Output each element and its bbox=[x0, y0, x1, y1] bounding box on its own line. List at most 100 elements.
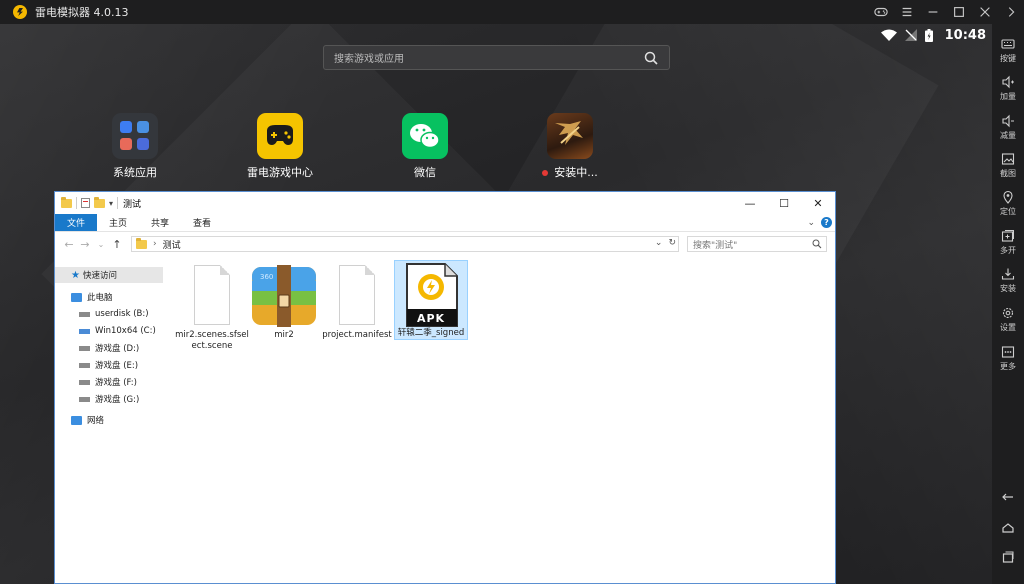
refresh-icon[interactable]: ↻ bbox=[668, 238, 676, 248]
maximize-icon[interactable] bbox=[946, 0, 972, 24]
app-search-box[interactable]: 搜索游戏或应用 bbox=[323, 45, 670, 70]
nav-drive-e[interactable]: 游戏盘 (E:) bbox=[55, 357, 163, 373]
apk-badge: APK bbox=[416, 312, 446, 325]
folder-icon bbox=[136, 237, 147, 249]
nav-label: 网络 bbox=[87, 416, 105, 426]
expand-ribbon-icon[interactable]: ⌄ bbox=[807, 218, 815, 228]
network-icon bbox=[71, 415, 82, 425]
app-label: 微信 bbox=[414, 166, 436, 179]
explorer-minimize-icon[interactable]: — bbox=[733, 192, 767, 214]
nav-label: 快速访问 bbox=[82, 271, 117, 281]
svg-text:360: 360 bbox=[260, 273, 273, 281]
explorer-title: 测试 bbox=[123, 199, 142, 210]
app-system-apps[interactable]: 系统应用 bbox=[90, 113, 180, 180]
back-icon bbox=[1002, 493, 1013, 501]
explorer-close-icon[interactable]: ✕ bbox=[801, 192, 835, 214]
sidebar-keymap[interactable]: 按键 bbox=[992, 37, 1024, 64]
app-title: 雷电模拟器 4.0.13 bbox=[35, 6, 129, 19]
computer-icon bbox=[71, 292, 82, 302]
sidebar-volume-down[interactable]: 减量 bbox=[992, 114, 1024, 141]
apk-file-icon: APK bbox=[406, 263, 458, 327]
file-item-selected[interactable]: APK 轩辕二季_signed bbox=[394, 260, 468, 340]
collapse-sidebar-icon[interactable] bbox=[998, 0, 1024, 24]
file-item[interactable]: project.manifest bbox=[320, 263, 394, 341]
nav-label: userdisk (B:) bbox=[95, 309, 149, 319]
file-item[interactable]: 360 mir2 bbox=[247, 263, 321, 341]
nav-network[interactable]: 网络 bbox=[55, 412, 163, 428]
recents-icon bbox=[1002, 551, 1014, 563]
help-icon[interactable]: ? bbox=[821, 217, 832, 228]
explorer-window-controls: — ☐ ✕ bbox=[733, 192, 835, 214]
sidebar-label: 加量 bbox=[1000, 92, 1016, 101]
breadcrumb-chevron-icon: › bbox=[153, 239, 157, 249]
app-label: 安装中... bbox=[525, 164, 615, 180]
drive-icon bbox=[79, 362, 90, 368]
install-icon bbox=[1001, 268, 1015, 280]
nav-drive-b[interactable]: userdisk (B:) bbox=[55, 306, 163, 322]
explorer-search-input[interactable]: 搜索"测试" bbox=[687, 236, 827, 252]
file-name: project.manifest bbox=[322, 330, 392, 340]
drive-icon bbox=[79, 396, 90, 402]
forward-arrow-icon[interactable]: → bbox=[77, 238, 93, 251]
close-icon[interactable] bbox=[972, 0, 998, 24]
android-recents-button[interactable] bbox=[992, 550, 1024, 564]
status-bar: 10:48 bbox=[880, 26, 986, 44]
properties-icon[interactable] bbox=[81, 198, 90, 208]
sidebar-settings[interactable]: 设置 bbox=[992, 306, 1024, 333]
app-game-center[interactable]: 雷电游戏中心 bbox=[235, 113, 325, 180]
search-icon[interactable] bbox=[643, 50, 659, 66]
sidebar-volume-up[interactable]: 加量 bbox=[992, 75, 1024, 102]
sidebar-multi-instance[interactable]: 多开 bbox=[992, 229, 1024, 256]
emulator-title-bar: 雷电模拟器 4.0.13 bbox=[0, 0, 1024, 24]
new-folder-icon[interactable] bbox=[94, 196, 105, 208]
android-back-button[interactable] bbox=[992, 490, 1024, 504]
search-icon[interactable] bbox=[812, 239, 822, 249]
nav-label: 游戏盘 (D:) bbox=[95, 344, 140, 354]
location-icon bbox=[1003, 190, 1013, 204]
app-installing[interactable]: 安装中... bbox=[525, 113, 615, 180]
nav-drive-c[interactable]: Win10x64 (C:) bbox=[55, 323, 163, 339]
nav-drive-f[interactable]: 游戏盘 (F:) bbox=[55, 374, 163, 390]
sidebar-label: 按键 bbox=[1000, 54, 1016, 63]
explorer-search-placeholder: 搜索"测试" bbox=[693, 240, 738, 251]
settings-icon bbox=[1002, 307, 1014, 319]
sidebar-install[interactable]: 安装 bbox=[992, 267, 1024, 294]
blank-file-icon bbox=[333, 265, 381, 327]
address-row: ← → ⌄ ↑ › 测试 ⌄ ↻ 搜索"测试" bbox=[55, 232, 835, 256]
navigation-pane: ★ 快速访问 此电脑 userdisk (B:) Win10x64 (C:) 游… bbox=[55, 267, 163, 584]
nav-quick-access[interactable]: ★ 快速访问 bbox=[55, 267, 163, 283]
ribbon-tab-file[interactable]: 文件 bbox=[55, 214, 98, 231]
sidebar-location[interactable]: 定位 bbox=[992, 190, 1024, 217]
ribbon-tab-home[interactable]: 主页 bbox=[97, 214, 139, 231]
android-home-button[interactable] bbox=[992, 521, 1024, 535]
sidebar-more[interactable]: 更多 bbox=[992, 345, 1024, 372]
breadcrumb[interactable]: 测试 bbox=[163, 238, 181, 251]
nav-drive-d[interactable]: 游戏盘 (D:) bbox=[55, 340, 163, 356]
customize-toolbar-icon[interactable]: ▾ bbox=[109, 199, 113, 208]
system-drive-icon bbox=[79, 328, 90, 334]
file-name: 轩辕二季_signed bbox=[397, 328, 465, 338]
minimize-icon[interactable] bbox=[920, 0, 946, 24]
drive-icon bbox=[79, 345, 90, 351]
volume-up-icon bbox=[1002, 75, 1014, 89]
sidebar-screenshot[interactable]: 截图 bbox=[992, 152, 1024, 179]
address-bar[interactable]: › 测试 ⌄ ↻ bbox=[131, 236, 679, 252]
installing-badge-dot bbox=[542, 170, 549, 176]
file-list: mir2.scenes.sfselect.scene 360 mir2 proj… bbox=[175, 260, 825, 560]
nav-drive-g[interactable]: 游戏盘 (G:) bbox=[55, 391, 163, 407]
system-apps-folder-icon bbox=[112, 113, 158, 159]
address-dropdown-icon[interactable]: ⌄ bbox=[655, 238, 663, 248]
recent-locations-icon[interactable]: ⌄ bbox=[93, 240, 109, 249]
screenshot-icon bbox=[1001, 153, 1015, 165]
ribbon-tab-view[interactable]: 查看 bbox=[181, 214, 223, 231]
nav-label: Win10x64 (C:) bbox=[95, 326, 156, 336]
up-arrow-icon[interactable]: ↑ bbox=[109, 238, 125, 251]
app-wechat[interactable]: 微信 bbox=[380, 113, 470, 180]
file-item[interactable]: mir2.scenes.sfselect.scene bbox=[175, 263, 249, 352]
ribbon-tab-share[interactable]: 共享 bbox=[139, 214, 181, 231]
menu-icon[interactable] bbox=[894, 0, 920, 24]
gamepad-settings-icon[interactable] bbox=[868, 0, 894, 24]
nav-this-pc[interactable]: 此电脑 bbox=[55, 289, 163, 305]
explorer-maximize-icon[interactable]: ☐ bbox=[767, 192, 801, 214]
back-arrow-icon[interactable]: ← bbox=[61, 238, 77, 251]
